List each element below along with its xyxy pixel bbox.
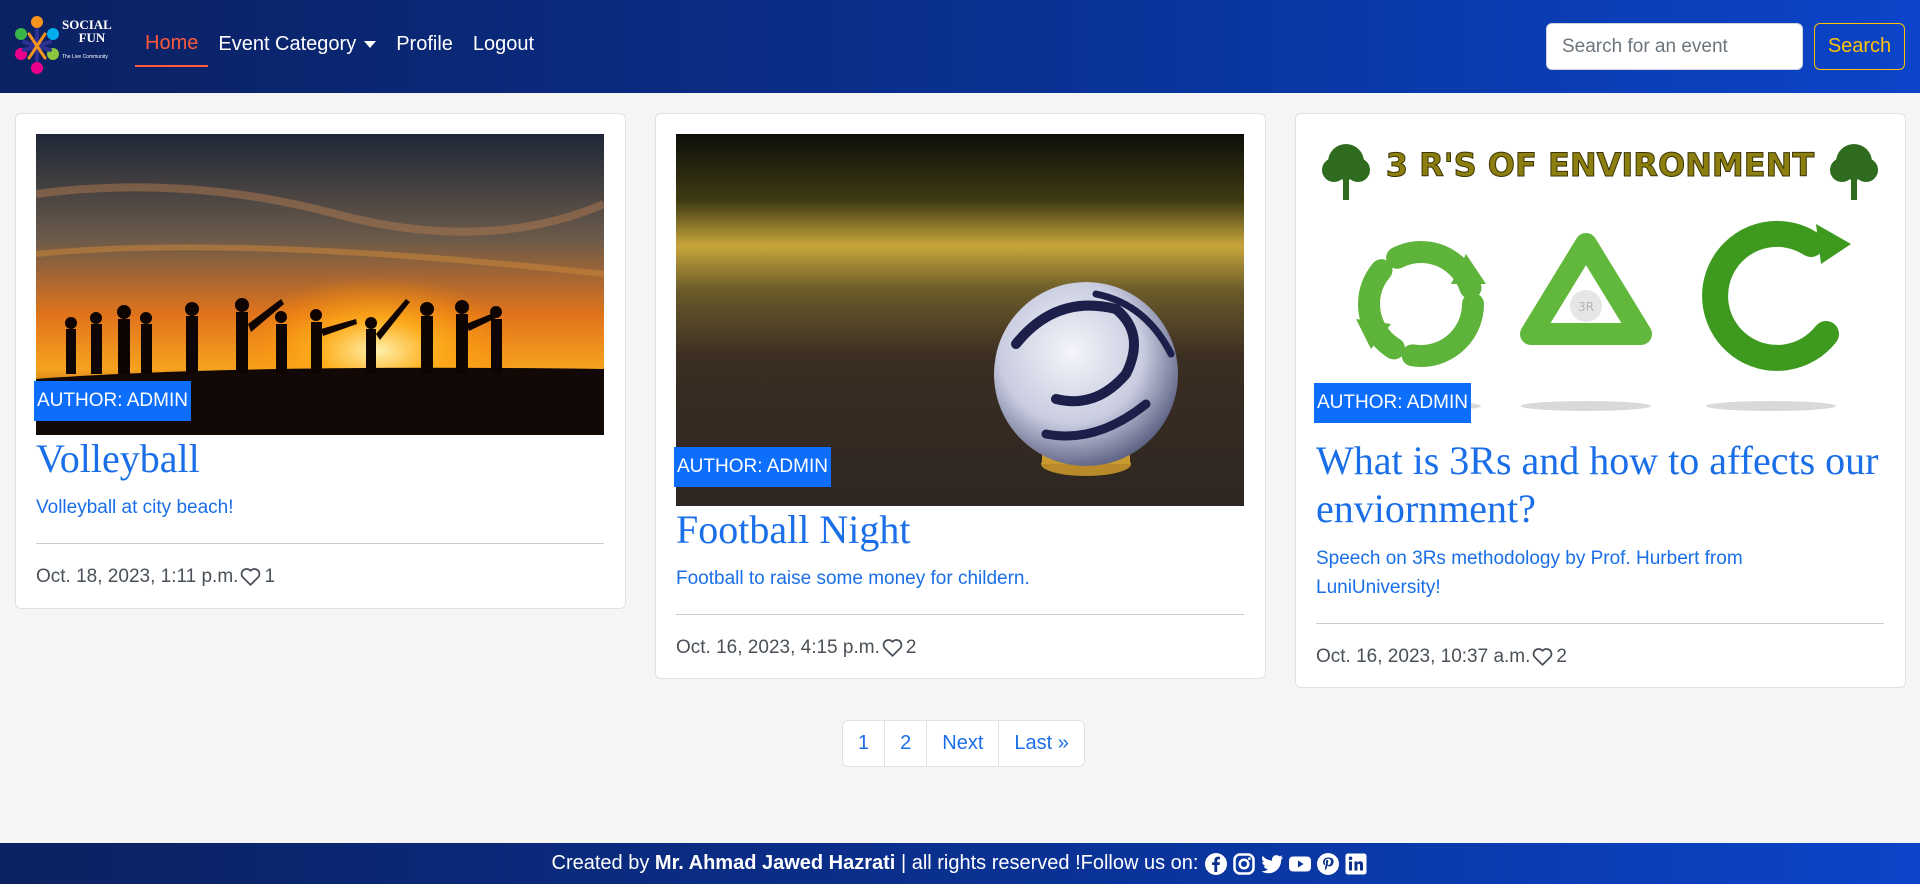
people-logo-icon <box>15 16 59 74</box>
youtube-icon[interactable] <box>1288 852 1312 876</box>
footer-rights: | all rights reserved !Follow us on: <box>900 852 1199 874</box>
brand-logo[interactable]: SOCIAL FUN The Live Community <box>12 14 118 78</box>
nav-event-category[interactable]: Event Category <box>208 28 386 67</box>
pagination: 1 2 Next Last » <box>842 720 1085 767</box>
footer-created-by: Created by <box>551 852 650 874</box>
image-heading: 3 R'S OF ENVIRONMENT <box>1386 146 1815 184</box>
card-meta: Oct. 18, 2023, 1:11 p.m. 1 <box>36 566 275 588</box>
instagram-icon[interactable] <box>1232 852 1256 876</box>
card-description[interactable]: Speech on 3Rs methodology by Prof. Hurbe… <box>1316 544 1796 602</box>
page-link-2[interactable]: 2 <box>884 721 926 766</box>
card-meta: Oct. 16, 2023, 4:15 p.m. 2 <box>676 637 916 659</box>
page-link-1[interactable]: 1 <box>843 721 884 766</box>
footer-author: Mr. Ahmad Jawed Hazrati <box>654 852 896 874</box>
card-title[interactable]: Volleyball <box>36 435 200 483</box>
author-badge: AUTHOR: ADMIN <box>1314 383 1471 423</box>
search-input[interactable] <box>1546 23 1803 70</box>
card-description[interactable]: Volleyball at city beach! <box>36 493 234 522</box>
heart-icon[interactable] <box>240 567 261 587</box>
page-link-last[interactable]: Last » <box>998 721 1083 766</box>
nav-links: Home Event Category Profile Logout <box>135 28 544 67</box>
card-date: Oct. 16, 2023, 4:15 p.m. <box>676 637 880 658</box>
card-title[interactable]: What is 3Rs and how to affects our envio… <box>1316 437 1888 533</box>
author-badge: AUTHOR: ADMIN <box>34 381 191 421</box>
card-divider <box>676 614 1244 615</box>
navbar: SOCIAL FUN The Live Community Home Event… <box>0 0 1920 93</box>
linkedin-icon[interactable] <box>1344 852 1368 876</box>
nav-event-category-label: Event Category <box>218 33 357 55</box>
card-divider <box>36 543 604 544</box>
nav-profile[interactable]: Profile <box>386 28 463 67</box>
event-card-football: AUTHOR: ADMIN Football Night Football to… <box>655 113 1266 679</box>
nav-logout[interactable]: Logout <box>463 28 544 67</box>
like-count: 2 <box>1556 646 1567 667</box>
footer: Created by Mr. Ahmad Jawed Hazrati | all… <box>0 843 1920 884</box>
caret-down-icon <box>364 41 377 48</box>
heart-icon[interactable] <box>1532 647 1553 667</box>
image-badge: 3R <box>1578 300 1594 314</box>
card-title[interactable]: Football Night <box>676 506 910 554</box>
author-badge: AUTHOR: ADMIN <box>674 447 831 487</box>
card-description[interactable]: Football to raise some money for childer… <box>676 564 1030 593</box>
card-date: Oct. 18, 2023, 1:11 p.m. <box>36 566 239 587</box>
heart-icon[interactable] <box>882 638 903 658</box>
search-button[interactable]: Search <box>1814 23 1905 70</box>
twitter-icon[interactable] <box>1260 852 1284 876</box>
like-count: 2 <box>905 637 917 658</box>
brand-tagline: The Live Community <box>62 54 108 60</box>
card-divider <box>1316 623 1884 624</box>
pinterest-icon[interactable] <box>1316 852 1340 876</box>
card-date: Oct. 16, 2023, 10:37 a.m. <box>1316 646 1531 667</box>
card-meta: Oct. 16, 2023, 10:37 a.m. 2 <box>1316 646 1567 668</box>
page-link-next[interactable]: Next <box>926 721 998 766</box>
event-card-volleyball: AUTHOR: ADMIN Volleyball Volleyball at c… <box>15 113 626 609</box>
nav-home[interactable]: Home <box>135 28 209 67</box>
facebook-icon[interactable] <box>1204 852 1228 876</box>
event-card-3rs: 3 R'S OF ENVIRONMENT 3R AUTHOR: ADMIN Wh… <box>1295 113 1906 688</box>
like-count: 1 <box>264 566 276 587</box>
brand-name: SOCIAL FUN <box>62 17 112 45</box>
